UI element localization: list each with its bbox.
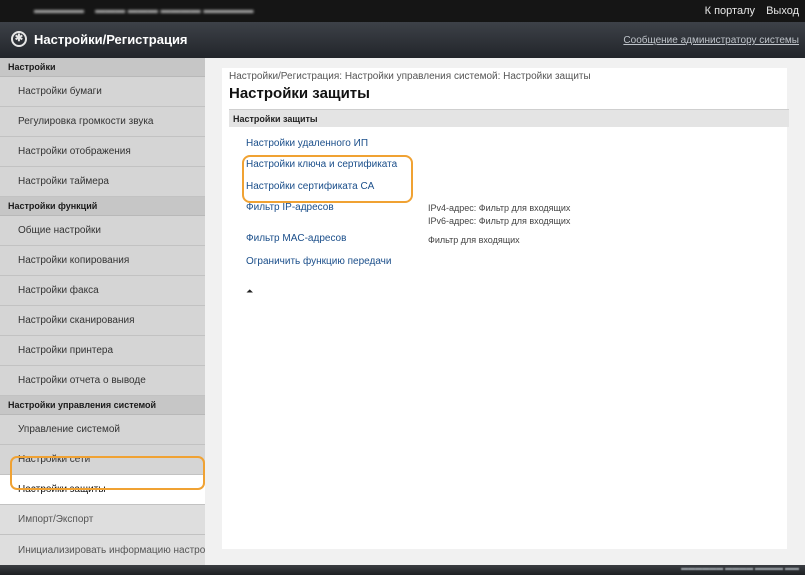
sidebar-item-copy[interactable]: Настройки копирования <box>0 246 205 276</box>
sidebar-item-system-management[interactable]: Управление системой <box>0 415 205 445</box>
mac-filter-desc: Фильтр для входящих <box>428 235 520 245</box>
remote-ui-settings-link[interactable]: Настройки удаленного ИП <box>246 138 368 149</box>
logout-link[interactable]: Выход <box>766 5 799 17</box>
mac-filter-link[interactable]: Фильтр MAC-адресов <box>246 233 346 244</box>
back-to-top-icon[interactable]: ⏶ <box>246 287 254 296</box>
header: ✱ Настройки/Регистрация Сообщение админи… <box>0 22 805 58</box>
page-header-title: Настройки/Регистрация <box>34 32 188 47</box>
group-heading: Настройки защиты <box>229 109 789 127</box>
content-panel: Настройки/Регистрация: Настройки управле… <box>222 68 789 549</box>
sidebar-item-printer[interactable]: Настройки принтера <box>0 336 205 366</box>
main-area: Настройки/Регистрация: Настройки управле… <box>205 58 805 565</box>
admin-message-link[interactable]: Сообщение администратору системы <box>623 35 799 46</box>
restrict-send-link[interactable]: Ограничить функцию передачи <box>246 256 391 267</box>
sidebar-item-timer[interactable]: Настройки таймера <box>0 167 205 197</box>
sidebar-item-scan[interactable]: Настройки сканирования <box>0 306 205 336</box>
portal-link[interactable]: К порталу <box>705 5 755 17</box>
sidebar-item-common[interactable]: Общие настройки <box>0 216 205 246</box>
sidebar-item-volume[interactable]: Регулировка громкости звука <box>0 107 205 137</box>
settings-logo-icon: ✱ <box>11 31 27 47</box>
sidebar-section-system: Настройки управления системой <box>0 396 205 415</box>
footer: ▬▬▬▬▬▬ ▬▬▬▬ ▬▬▬▬ ▬▬ <box>0 565 805 575</box>
sidebar-item-initialize[interactable]: Инициализировать информацию настроек <box>0 535 205 565</box>
sidebar-item-paper[interactable]: Настройки бумаги <box>0 77 205 107</box>
security-item-highlight <box>10 456 205 490</box>
sidebar-section-functions: Настройки функций <box>0 197 205 216</box>
page-title: Настройки защиты <box>229 85 370 102</box>
ip-filter-link[interactable]: Фильтр IP-адресов <box>246 202 334 213</box>
ip-filter-desc-ipv6: IPv6-адрес: Фильтр для входящих <box>428 216 571 226</box>
copyright-blurred: ▬▬▬▬▬▬ ▬▬▬▬ ▬▬▬▬ ▬▬ <box>681 565 799 572</box>
ip-filter-desc-ipv4: IPv4-адрес: Фильтр для входящих <box>428 203 571 213</box>
sidebar-item-output-report[interactable]: Настройки отчета о выводе <box>0 366 205 396</box>
sidebar-section-settings: Настройки <box>0 58 205 77</box>
sidebar-item-display[interactable]: Настройки отображения <box>0 137 205 167</box>
sidebar-item-fax[interactable]: Настройки факса <box>0 276 205 306</box>
sidebar-item-import-export[interactable]: Импорт/Экспорт <box>0 505 205 535</box>
device-name-blurred: ▬▬▬▬▬ ▬▬▬ ▬▬▬ ▬▬▬▬ ▬▬▬▬▬ <box>34 5 254 16</box>
breadcrumb: Настройки/Регистрация: Настройки управле… <box>229 71 591 82</box>
certificate-links-highlight <box>242 155 413 203</box>
top-bar: ▬▬▬▬▬ ▬▬▬ ▬▬▬ ▬▬▬▬ ▬▬▬▬▬ К порталу Выход <box>0 0 805 22</box>
